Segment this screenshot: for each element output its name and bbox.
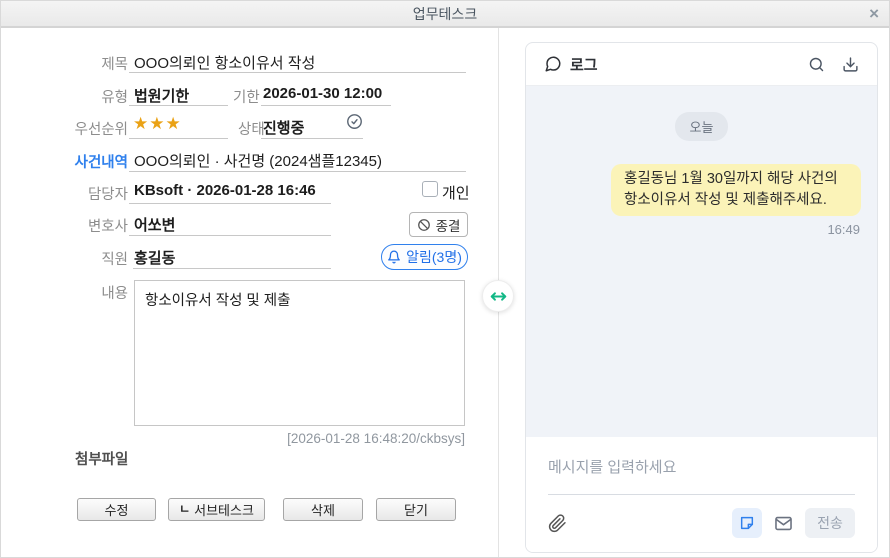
staff-label: 직원 — [101, 252, 128, 268]
close-case-button-label: 종결 — [435, 218, 461, 234]
title-underline — [129, 72, 466, 73]
status-label: 상태 — [238, 122, 265, 138]
delete-button[interactable]: 삭제 — [283, 498, 363, 521]
check-circle-icon[interactable] — [346, 113, 363, 130]
close-button[interactable]: 닫기 — [376, 498, 456, 521]
deadline-field[interactable]: 2026-01-30 12:00 — [263, 85, 382, 102]
assignee-field[interactable]: KBsoft · 2026-01-28 16:46 — [134, 182, 316, 199]
envelope-icon[interactable] — [774, 514, 793, 533]
lawyer-label: 변호사 — [87, 219, 128, 235]
deadline-underline — [261, 105, 391, 106]
priority-label: 우선순위 — [74, 122, 128, 138]
search-icon[interactable] — [808, 56, 825, 73]
prohibition-icon — [417, 218, 431, 232]
message-input[interactable] — [548, 459, 855, 476]
send-button[interactable]: 전송 — [805, 508, 855, 538]
log-title: 로그 — [570, 56, 598, 74]
alert-button[interactable]: 알림(3명) — [381, 244, 468, 270]
personal-checkbox-label: 개인 — [442, 185, 470, 202]
case-link-label[interactable]: 사건내역 — [33, 151, 128, 172]
content-text: 항소이유서 작성 및 제출 — [145, 293, 291, 309]
priority-stars[interactable]: ★★★ — [133, 114, 182, 134]
close-icon[interactable]: × — [869, 1, 879, 26]
date-badge: 오늘 — [674, 112, 729, 141]
speech-bubble-icon — [544, 55, 562, 73]
log-title-group: 로그 — [544, 54, 598, 75]
content-label: 내용 — [101, 286, 128, 302]
title-label: 제목 — [101, 57, 128, 73]
task-dialog: 업무테스크 × 제목 OOO의뢰인 항소이유서 작성 유형 법원기한 기한 20… — [0, 0, 890, 558]
staff-field[interactable]: 홍길동 — [134, 247, 175, 268]
deadline-label: 기한 — [233, 90, 260, 106]
chat-message-bubble: 홍길동님 1월 30일까지 해당 사건의 항소이유서 작성 및 제출해주세요. — [611, 164, 861, 217]
type-field[interactable]: 법원기한 — [134, 85, 189, 106]
edit-button-label: 수정 — [104, 503, 129, 518]
edit-button[interactable]: 수정 — [77, 498, 156, 521]
lawyer-underline — [129, 235, 331, 236]
content-textarea[interactable]: 항소이유서 작성 및 제출 — [134, 280, 465, 426]
panel-toggle-button[interactable] — [482, 280, 514, 312]
subtask-button[interactable]: ㄴ 서브테스크 — [168, 498, 265, 521]
subtask-corner-icon: ㄴ — [179, 502, 191, 516]
log-panel: 로그 오늘 홍길동님 1월 30일까지 해당 사건의 항소이유서 작성 및 제출… — [525, 42, 878, 553]
dialog-title: 업무테스크 — [412, 6, 478, 22]
left-right-arrow-icon — [489, 287, 508, 306]
close-button-label: 닫기 — [404, 503, 428, 518]
lawyer-field[interactable]: 어쏘변 — [134, 214, 175, 235]
case-underline — [129, 171, 466, 172]
title-field[interactable]: OOO의뢰인 항소이유서 작성 — [134, 52, 315, 73]
type-label: 유형 — [101, 90, 128, 106]
chat-message-time: 16:49 — [827, 222, 860, 238]
status-underline — [261, 138, 363, 139]
input-divider — [548, 494, 855, 495]
staff-underline — [133, 268, 331, 269]
priority-underline — [129, 138, 228, 139]
personal-checkbox[interactable] — [422, 181, 438, 197]
alert-button-label: 알림(3명) — [406, 249, 462, 265]
paperclip-icon[interactable] — [548, 513, 567, 533]
meta-timestamp: [2026-01-28 16:48:20/ckbsys] — [287, 431, 465, 446]
delete-button-label: 삭제 — [311, 503, 335, 518]
chat-toolbar: 전송 — [548, 508, 855, 538]
assignee-underline — [129, 203, 331, 204]
log-header: 로그 — [526, 43, 877, 86]
type-underline — [129, 105, 228, 106]
subtask-button-label: 서브테스크 — [194, 503, 254, 518]
chat-input-area: 전송 — [526, 437, 877, 552]
dialog-titlebar: 업무테스크 × — [1, 1, 889, 28]
bell-icon — [387, 250, 401, 264]
assignee-label: 담당자 — [87, 187, 128, 203]
sticky-note-icon[interactable] — [732, 508, 762, 538]
chat-message-area: 오늘 홍길동님 1월 30일까지 해당 사건의 항소이유서 작성 및 제출해주세… — [526, 86, 877, 437]
status-field[interactable]: 진행중 — [263, 117, 304, 138]
download-icon[interactable] — [842, 56, 859, 73]
case-field[interactable]: OOO의뢰인 · 사건명 (2024샘플12345) — [134, 150, 382, 171]
close-case-button[interactable]: 종결 — [409, 212, 468, 237]
attachments-label: 첨부파일 — [75, 452, 129, 468]
